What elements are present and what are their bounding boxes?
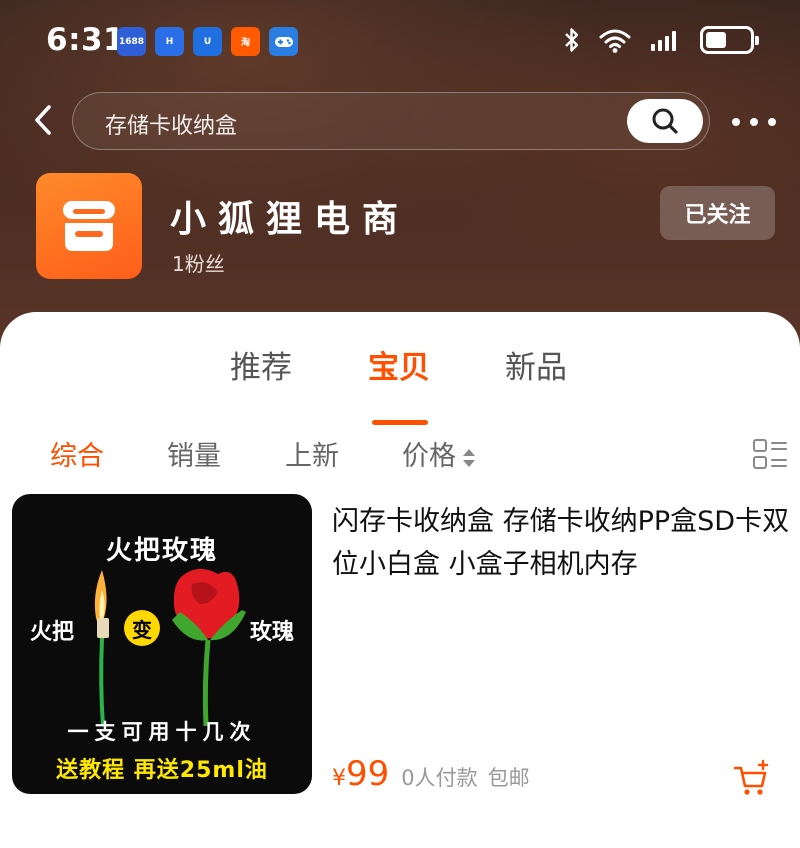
layout-toggle-button[interactable]	[752, 436, 788, 472]
follow-button[interactable]: 已关注	[660, 186, 775, 240]
filter-price[interactable]: 价格	[402, 434, 476, 473]
image-right-text: 玫瑰	[250, 620, 295, 645]
cellular-signal-icon	[651, 31, 676, 51]
tab-products[interactable]: 宝贝	[368, 342, 430, 387]
more-dot-icon	[768, 118, 776, 126]
app-u-icon: U	[193, 27, 222, 56]
status-time: 6:31	[46, 22, 126, 58]
product-image[interactable]: 火把玫瑰 火把 变 玫瑰 一支可用十几次 送教程 再送25ml油	[12, 494, 312, 794]
status-bar: 6:31 1688 H U 淘	[0, 0, 800, 80]
filter-sales[interactable]: 销量	[167, 434, 221, 473]
price-currency: ¥	[332, 766, 346, 791]
active-tab-indicator	[372, 420, 428, 425]
more-dot-icon	[732, 118, 740, 126]
image-left-text: 火把	[30, 620, 75, 645]
shipping-badge: 包邮	[487, 766, 530, 790]
more-options-button[interactable]	[732, 112, 776, 132]
image-caption-line1: 一支可用十几次	[67, 720, 257, 744]
product-price: 99	[346, 754, 390, 794]
shop-logo[interactable]	[36, 173, 142, 279]
product-title[interactable]: 闪存卡收纳盒 存储卡收纳PP盒SD卡双位小白盒 小盒子相机内存	[332, 500, 790, 586]
sort-arrows-icon	[463, 448, 475, 467]
1688-app-icon: 1688	[117, 27, 146, 56]
bluetooth-icon	[565, 28, 579, 52]
filter-overall[interactable]: 综合	[50, 434, 104, 473]
sold-count: 0人付款	[401, 766, 478, 790]
image-caption-line2: 送教程 再送25ml油	[56, 758, 268, 783]
tab-recommend[interactable]: 推荐	[230, 342, 292, 387]
shop-tabs: 推荐 宝贝 新品	[0, 342, 800, 425]
add-to-cart-button[interactable]	[732, 758, 772, 798]
list-view-icon	[753, 439, 787, 469]
filter-price-label: 价格	[402, 441, 456, 472]
back-button[interactable]	[26, 100, 60, 140]
search-query-text: 存储卡收纳盒	[105, 114, 238, 139]
tab-new[interactable]: 新品	[505, 342, 567, 387]
game-app-icon	[269, 27, 298, 56]
storefront-icon	[63, 201, 115, 251]
filter-newest[interactable]: 上新	[285, 434, 339, 473]
notification-app-icons: 1688 H U 淘	[117, 27, 298, 56]
search-button[interactable]	[627, 99, 703, 143]
cart-plus-icon	[733, 759, 769, 795]
chevron-left-icon	[35, 105, 51, 135]
sort-filter-bar: 综合 销量 上新 价格	[0, 434, 800, 478]
taobao-app-icon: 淘	[231, 27, 260, 56]
wifi-icon	[599, 29, 631, 53]
price-row: ¥ 99 0人付款 包邮	[332, 754, 540, 798]
search-icon	[652, 108, 678, 134]
app-h-icon: H	[155, 27, 184, 56]
image-badge: 变	[124, 610, 160, 646]
search-input[interactable]: 存储卡收纳盒	[72, 92, 710, 150]
battery-icon	[700, 26, 759, 54]
shop-content-panel: 推荐 宝贝 新品 综合 销量 上新 价格 火把 玫瑰 火把 变 玫瑰 一支可用十几…	[0, 312, 800, 848]
shop-fans-count: 1粉丝	[172, 252, 225, 276]
system-status-icons	[564, 26, 759, 54]
more-dot-icon	[750, 118, 758, 126]
shop-name[interactable]: 小狐狸电商	[170, 190, 410, 242]
